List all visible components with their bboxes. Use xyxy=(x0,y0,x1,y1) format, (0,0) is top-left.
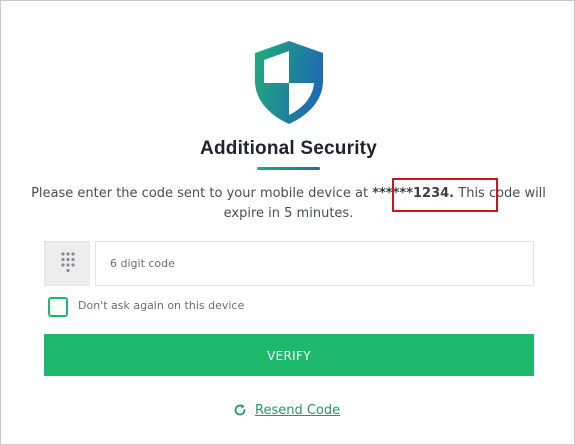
page-title: Additional Security xyxy=(200,138,377,159)
remember-device-label[interactable]: Don't ask again on this device xyxy=(78,299,244,312)
keypad-addon xyxy=(44,241,90,286)
resend-code-link[interactable]: Resend Code xyxy=(233,400,340,420)
security-dialog: Additional Security Please enter the cod… xyxy=(0,0,575,445)
highlight-annotation xyxy=(392,178,498,212)
keypad-icon xyxy=(61,252,75,273)
title-underline xyxy=(257,167,320,170)
refresh-icon[interactable] xyxy=(233,403,247,417)
verify-button[interactable]: VERIFY xyxy=(44,334,534,376)
remember-device-checkbox[interactable] xyxy=(48,297,68,317)
verification-code-input[interactable] xyxy=(95,241,534,286)
resend-code-label[interactable]: Resend Code xyxy=(255,403,340,418)
instructions-text-start: Please enter the code sent to your mobil… xyxy=(31,186,373,201)
shield-icon xyxy=(255,41,323,124)
